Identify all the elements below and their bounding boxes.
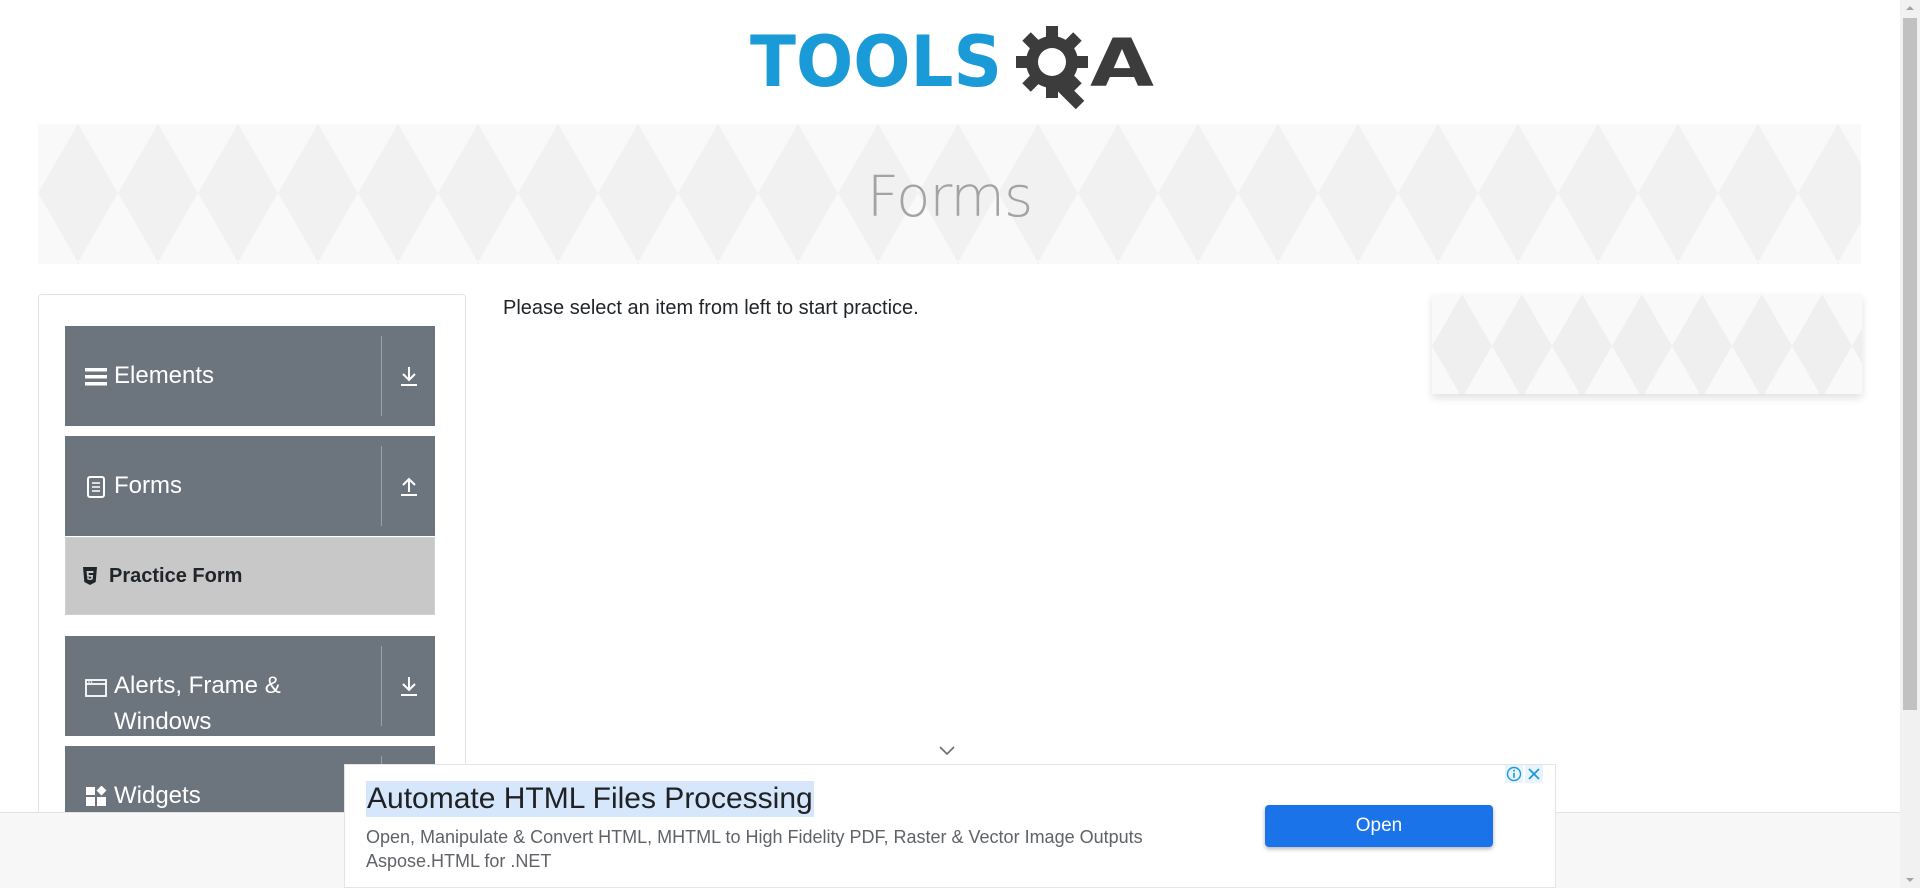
browser-window-icon: [85, 679, 107, 697]
sidebar-group-elements-header[interactable]: Elements: [65, 326, 435, 426]
close-icon[interactable]: [1525, 765, 1543, 783]
document-icon: [87, 476, 105, 498]
sidebar-item-label: Practice Form: [109, 565, 243, 587]
ad-banner[interactable]: Automate HTML Files Processing Open, Man…: [344, 764, 1556, 888]
sidebar-group-label: Forms: [114, 472, 182, 499]
svg-text:TOOLS: TOOLS: [750, 21, 1002, 103]
sidebar-group-alerts-header[interactable]: Alerts, Frame & Windows: [65, 636, 435, 736]
hamburger-icon: [85, 368, 107, 386]
toolsqa-logo[interactable]: TOOLS A: [750, 18, 1154, 112]
collapse-toggle[interactable]: [382, 436, 435, 536]
chevron-down-icon[interactable]: [938, 745, 956, 757]
widgets-icon: [86, 786, 107, 806]
sidebar-group-label: Alerts, Frame & Windows: [114, 672, 281, 735]
html5-icon: [83, 567, 97, 585]
download-arrow-icon: [400, 677, 417, 696]
svg-text:A: A: [1090, 25, 1154, 102]
expand-toggle[interactable]: [382, 326, 435, 426]
ad-open-button[interactable]: Open: [1265, 805, 1493, 847]
scroll-down-arrow-icon[interactable]: [1900, 872, 1920, 888]
vertical-scrollbar[interactable]: [1900, 0, 1920, 888]
sidebar-group-forms-header[interactable]: Forms: [65, 436, 435, 536]
instruction-text: Please select an item from left to start…: [503, 297, 919, 319]
upload-arrow-icon: [400, 477, 417, 496]
page-title: Forms: [866, 164, 1033, 230]
sidebar-group-label: Elements: [114, 362, 215, 389]
ad-sponsor: Aspose.HTML for .NET: [366, 851, 552, 871]
ad-description: Open, Manipulate & Convert HTML, MHTML t…: [366, 827, 1143, 847]
sidebar-group-alerts-frame-windows[interactable]: Alerts, Frame & Windows: [65, 636, 435, 736]
sidebar-group-forms[interactable]: Forms: [65, 436, 435, 536]
scrollbar-thumb[interactable]: [1903, 18, 1917, 710]
page: TOOLS A Forms Elements Forms Practice Fo…: [0, 0, 1900, 888]
expand-toggle[interactable]: [382, 636, 435, 736]
ad-title[interactable]: Automate HTML Files Processing: [366, 781, 814, 817]
scroll-up-arrow-icon[interactable]: [1900, 0, 1920, 16]
sidebar-item-practice-form[interactable]: Practice Form: [65, 537, 435, 615]
sidebar-group-elements[interactable]: Elements: [65, 326, 435, 426]
side-ad-placeholder: [1432, 294, 1862, 394]
info-icon[interactable]: [1505, 765, 1523, 783]
download-arrow-icon: [400, 367, 417, 386]
sidebar-group-label: Widgets: [114, 782, 201, 809]
page-banner: Forms: [38, 124, 1861, 264]
